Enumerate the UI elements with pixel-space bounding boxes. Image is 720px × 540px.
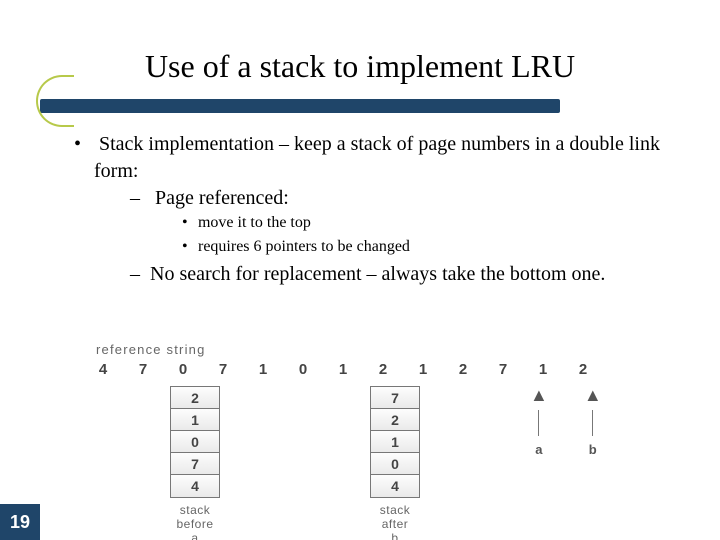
ref-digit: 2 [576, 361, 590, 378]
bullet-lvl3: requires 6 pointers to be changed [179, 236, 680, 258]
label-line: a [176, 532, 213, 540]
stack-cell: 2 [371, 409, 419, 431]
ref-digit: 7 [496, 361, 510, 378]
stack-cell: 0 [171, 431, 219, 453]
bullet-list: Stack implementation – keep a stack of p… [70, 131, 680, 288]
arrow-label: a [535, 442, 542, 457]
stacks-container: 2 1 0 7 4 stack before a 7 2 1 0 [170, 386, 420, 540]
stack-before-label: stack before a [176, 504, 213, 540]
arrow-up-icon: ▲ [530, 386, 548, 404]
ref-digit: 1 [536, 361, 550, 378]
slide-title: Use of a stack to implement LRU [0, 48, 720, 85]
bullet-text: move it to the top [198, 214, 311, 231]
ref-digit: 2 [376, 361, 390, 378]
stack-cells: 7 2 1 0 4 [370, 386, 420, 498]
ref-digit: 7 [136, 361, 150, 378]
label-line: b [380, 532, 411, 540]
ref-digit: 7 [216, 361, 230, 378]
stack-cell: 2 [171, 387, 219, 409]
arrow-b: ▲ b [584, 386, 602, 457]
label-line: before [176, 518, 213, 532]
bullet-sublist: Page referenced: move it to the top requ… [94, 185, 680, 288]
arrow-label: b [589, 442, 597, 457]
bullet-text: No search for replacement – always take … [150, 263, 605, 285]
bullet-lvl1: Stack implementation – keep a stack of p… [70, 131, 680, 288]
arrows-container: ▲ a ▲ b [530, 386, 602, 457]
stack-cells: 2 1 0 7 4 [170, 386, 220, 498]
label-line: stack [176, 504, 213, 518]
reference-string-label: reference string [96, 342, 656, 357]
bullet-lvl2: Page referenced: move it to the top requ… [126, 185, 680, 257]
ref-digit: 0 [176, 361, 190, 378]
ref-digit: 1 [256, 361, 270, 378]
slide-body: Stack implementation – keep a stack of p… [0, 113, 720, 288]
stack-cell: 1 [171, 409, 219, 431]
bullet-text: Stack implementation – keep a stack of p… [94, 133, 660, 182]
ref-digit: 2 [456, 361, 470, 378]
title-area: Use of a stack to implement LRU [0, 0, 720, 113]
ref-digit: 1 [416, 361, 430, 378]
bullet-text: requires 6 pointers to be changed [198, 238, 410, 255]
label-line: after [380, 518, 411, 532]
stack-cell: 7 [171, 453, 219, 475]
lru-figure: reference string 4 7 0 7 1 0 1 2 1 2 7 1… [96, 342, 656, 378]
page-number: 19 [0, 504, 40, 540]
arrow-stem [538, 410, 539, 436]
reference-string-row: 4 7 0 7 1 0 1 2 1 2 7 1 2 [96, 361, 656, 378]
stack-before: 2 1 0 7 4 stack before a [170, 386, 220, 540]
slide: Use of a stack to implement LRU Stack im… [0, 0, 720, 540]
stack-cell: 0 [371, 453, 419, 475]
ref-digit: 0 [296, 361, 310, 378]
stack-cell: 4 [171, 475, 219, 497]
bullet-subsublist: move it to the top requires 6 pointers t… [150, 212, 680, 257]
ref-digit: 4 [96, 361, 110, 378]
arrow-a: ▲ a [530, 386, 548, 457]
bullet-lvl3: move it to the top [179, 212, 680, 234]
bullet-lvl2: No search for replacement – always take … [126, 261, 680, 288]
arrow-stem [592, 410, 593, 436]
label-line: stack [380, 504, 411, 518]
title-underline-bar [40, 99, 560, 113]
stack-cell: 7 [371, 387, 419, 409]
ref-digit: 1 [336, 361, 350, 378]
bullet-text: Page referenced: [155, 187, 289, 209]
stack-cell: 1 [371, 431, 419, 453]
stack-after: 7 2 1 0 4 stack after b [370, 386, 420, 540]
arrow-up-icon: ▲ [584, 386, 602, 404]
stack-after-label: stack after b [380, 504, 411, 540]
stack-cell: 4 [371, 475, 419, 497]
